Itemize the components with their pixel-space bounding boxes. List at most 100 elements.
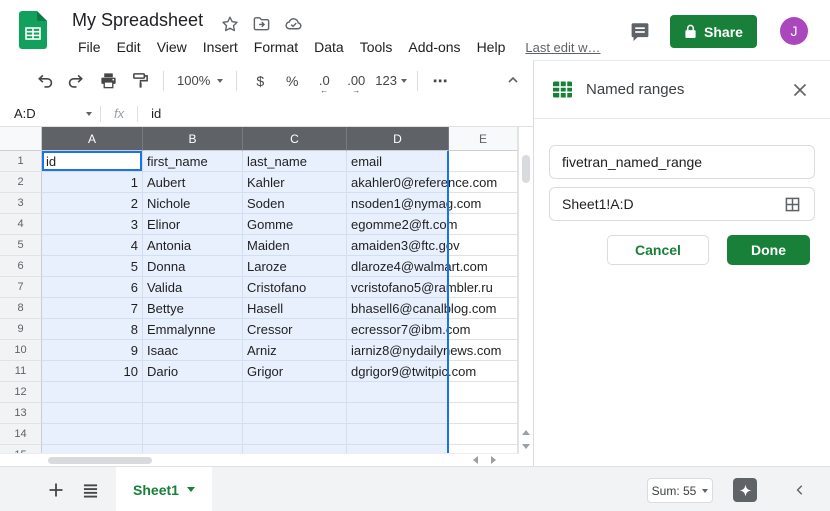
add-sheet-plus-icon[interactable] [44,478,68,502]
cell-B11[interactable]: Dario [143,361,243,382]
column-header-D[interactable]: D [347,127,449,151]
chevron-left-icon[interactable] [790,480,810,500]
row-header-3[interactable]: 3 [0,193,42,214]
cell-D12[interactable] [347,382,449,403]
cancel-button[interactable]: Cancel [607,235,709,265]
row-header-2[interactable]: 2 [0,172,42,193]
scroll-down-button[interactable] [519,439,532,453]
row-header-9[interactable]: 9 [0,319,42,340]
cell-A12[interactable] [42,382,143,403]
cell-A13[interactable] [42,403,143,424]
select-range-icon[interactable] [782,194,802,214]
cell-B2[interactable]: Aubert [143,172,243,193]
row-header-14[interactable]: 14 [0,424,42,445]
sheet-tab-sheet1[interactable]: Sheet1 [116,467,212,511]
cell-C3[interactable]: Soden [243,193,347,214]
cell-B4[interactable]: Elinor [143,214,243,235]
column-header-B[interactable]: B [143,127,243,151]
horizontal-scrollbar-thumb[interactable] [48,457,152,464]
cell-D8[interactable]: bhasell6@canalblog.com [347,298,449,319]
cell-C1[interactable]: last_name [243,151,347,172]
cell-C13[interactable] [243,403,347,424]
more-toolbar-items-button[interactable]: ⋯ [428,68,454,94]
decrease-decimal-button[interactable]: .0← [311,68,337,94]
cell-A10[interactable]: 9 [42,340,143,361]
cell-D6[interactable]: dlaroze4@walmart.com [347,256,449,277]
row-header-12[interactable]: 12 [0,382,42,403]
cell-D11[interactable]: dgrigor9@twitpic.com [347,361,449,382]
row-header-11[interactable]: 11 [0,361,42,382]
paint-format-icon[interactable] [127,68,153,94]
vertical-scrollbar[interactable] [518,127,532,453]
number-format-button[interactable]: 123 [375,68,407,94]
comment-icon[interactable] [626,18,654,46]
share-button[interactable]: Share [670,15,757,48]
row-header-8[interactable]: 8 [0,298,42,319]
cell-C2[interactable]: Kahler [243,172,347,193]
select-all-corner[interactable] [0,127,42,151]
cell-A8[interactable]: 7 [42,298,143,319]
zoom-control[interactable]: 100% [171,73,229,88]
scroll-left-button[interactable] [467,454,483,466]
avatar[interactable]: J [780,17,808,45]
cell-A7[interactable]: 6 [42,277,143,298]
cell-D2[interactable]: akahler0@reference.com [347,172,449,193]
collapse-toolbar-chevron-up-icon[interactable] [501,68,525,92]
cell-B6[interactable]: Donna [143,256,243,277]
cell-A1[interactable]: id [42,151,143,172]
cell-B14[interactable] [143,424,243,445]
cell-A11[interactable]: 10 [42,361,143,382]
format-percent-button[interactable]: % [279,68,305,94]
column-header-A[interactable]: A [42,127,143,151]
row-header-7[interactable]: 7 [0,277,42,298]
explore-icon[interactable] [733,478,757,502]
cloud-status-icon[interactable] [284,14,303,33]
menu-item-addons[interactable]: Add-ons [400,37,468,57]
cell-D10[interactable]: iarniz8@nydailynews.com [347,340,449,361]
column-header-E[interactable]: E [449,127,518,151]
star-icon[interactable] [220,14,239,33]
cell-B13[interactable] [143,403,243,424]
cell-A4[interactable]: 3 [42,214,143,235]
cell-A6[interactable]: 5 [42,256,143,277]
cell-C11[interactable]: Grigor [243,361,347,382]
cell-A14[interactable] [42,424,143,445]
cell-C6[interactable]: Laroze [243,256,347,277]
cell-C12[interactable] [243,382,347,403]
row-header-5[interactable]: 5 [0,235,42,256]
menu-item-view[interactable]: View [149,37,195,57]
cell-C5[interactable]: Maiden [243,235,347,256]
done-button[interactable]: Done [727,235,810,265]
row-header-10[interactable]: 10 [0,340,42,361]
cell-A5[interactable]: 4 [42,235,143,256]
sum-badge[interactable]: Sum: 55 [647,478,713,503]
row-header-4[interactable]: 4 [0,214,42,235]
cell-E12[interactable] [449,382,518,403]
cell-B8[interactable]: Bettye [143,298,243,319]
cell-D5[interactable]: amaiden3@ftc.gov [347,235,449,256]
cell-A3[interactable]: 2 [42,193,143,214]
menu-item-file[interactable]: File [70,37,109,57]
range-ref-input[interactable] [562,196,782,212]
cell-C9[interactable]: Cressor [243,319,347,340]
print-icon[interactable] [95,68,121,94]
cell-B7[interactable]: Valida [143,277,243,298]
cell-D9[interactable]: ecressor7@ibm.com [347,319,449,340]
row-header-13[interactable]: 13 [0,403,42,424]
cell-A2[interactable]: 1 [42,172,143,193]
undo-icon[interactable] [31,68,57,94]
all-sheets-menu-icon[interactable] [78,478,102,502]
cell-D3[interactable]: nsoden1@nymag.com [347,193,449,214]
last-edit-link[interactable]: Last edit w… [525,40,600,55]
formula-input[interactable]: id [138,106,161,121]
cell-B10[interactable]: Isaac [143,340,243,361]
column-header-C[interactable]: C [243,127,347,151]
cell-E14[interactable] [449,424,518,445]
sheets-logo-icon[interactable] [19,11,47,49]
cell-B12[interactable] [143,382,243,403]
menu-item-insert[interactable]: Insert [195,37,246,57]
cell-D1[interactable]: email [347,151,449,172]
cell-A9[interactable]: 8 [42,319,143,340]
scroll-up-button[interactable] [519,425,532,439]
cell-E13[interactable] [449,403,518,424]
